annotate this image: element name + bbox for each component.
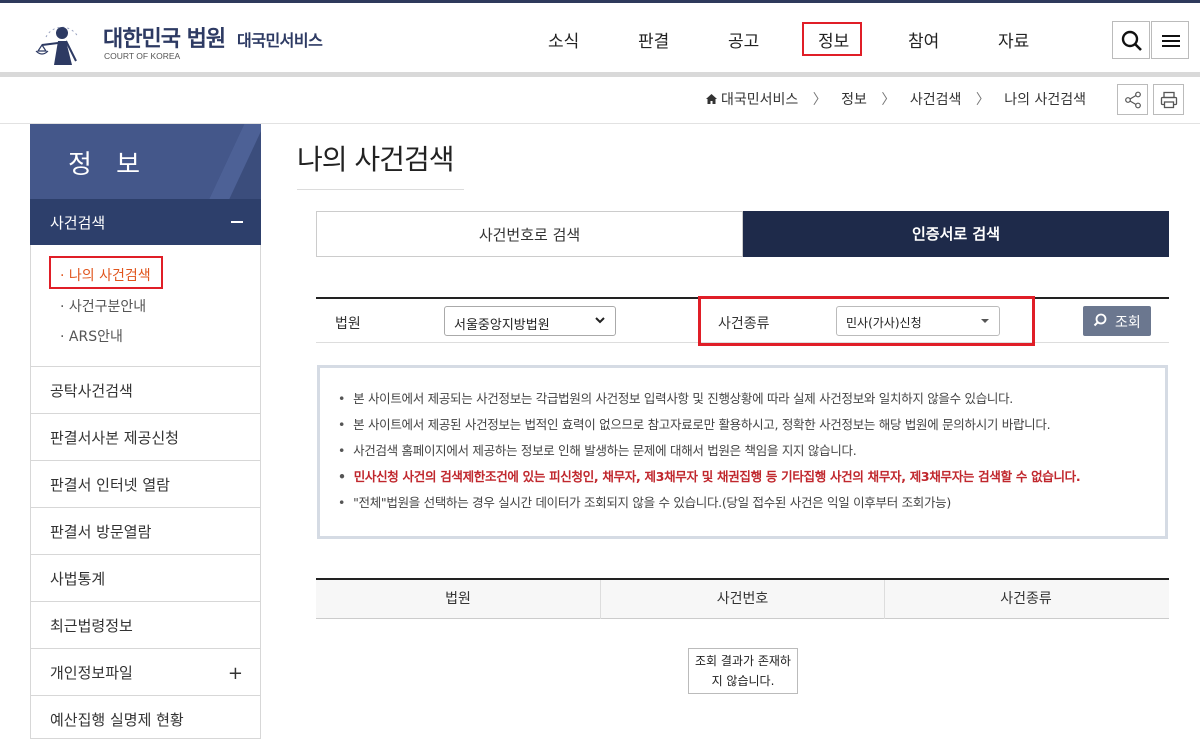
breadcrumb-current: 나의 사건검색 [1004, 92, 1086, 108]
empty-result-line: 조회 결과가 존재하 [695, 654, 791, 668]
notice-item-warning: 민사신청 사건의 검색제한조건에 있는 피신청인, 채무자, 제3채무자 및 채… [338, 464, 1165, 490]
nav-judgment[interactable]: 판결 [638, 27, 669, 52]
service-name[interactable]: 대국민서비스 [237, 27, 323, 51]
submit-search-label: 조회 [1115, 315, 1141, 331]
nav-active-highlight [802, 22, 862, 56]
notice-item: 본 사이트에서 제공된 사건정보는 법적인 효력이 없으므로 참고자료로만 활용… [338, 412, 1165, 438]
sidebar-item-privacy-file[interactable]: 개인정보파일 + [30, 648, 261, 695]
notice-item: 사건검색 홈페이지에서 제공하는 정보로 인해 발생하는 문제에 대해서 법원은… [338, 438, 1165, 464]
search-icon [1121, 30, 1142, 51]
empty-result-line: 지 않습니다. [711, 674, 775, 688]
chevron-down-icon [595, 317, 605, 324]
sidebar-sub-ars-guide[interactable]: · ARS안내 [60, 326, 123, 346]
empty-result-message: 조회 결과가 존재하 지 않습니다. [688, 648, 798, 694]
expand-icon[interactable]: + [228, 663, 243, 684]
print-icon [1160, 91, 1178, 109]
column-header-court: 법원 [445, 591, 471, 607]
submit-search-button[interactable]: 조회 [1083, 306, 1151, 336]
sidebar-item-law-info[interactable]: 최근법령정보 [30, 601, 261, 648]
case-type-select-value: 민사(가사)신청 [846, 316, 922, 330]
tab-search-by-certificate[interactable]: 인증서로 검색 [743, 211, 1169, 257]
chevron-right-icon: 〉 [881, 92, 896, 108]
court-label: 법원 [335, 316, 361, 332]
nav-notice[interactable]: 공고 [728, 27, 759, 52]
court-select[interactable]: 서울중앙지방법원 [444, 306, 616, 336]
sidebar-title: 정 보 [68, 150, 149, 180]
column-header-case-number: 사건번호 [600, 580, 884, 619]
breadcrumb-case-search[interactable]: 사건검색 [910, 89, 962, 109]
nav-resources[interactable]: 자료 [998, 27, 1029, 52]
sidebar-item-deposit-search[interactable]: 공탁사건검색 [30, 366, 261, 413]
case-type-label: 사건종류 [718, 316, 770, 332]
notice-item: 본 사이트에서 제공되는 사건정보는 각급법원의 사건정보 입력사항 및 진행상… [338, 386, 1165, 412]
sidebar-item-judgment-copy[interactable]: 판결서사본 제공신청 [30, 413, 261, 460]
chevron-right-icon: 〉 [975, 92, 990, 108]
title-underline [297, 189, 464, 190]
column-header-case-type: 사건종류 [884, 580, 1167, 619]
sidebar-item-case-search[interactable]: 사건검색 [30, 199, 261, 245]
sidebar-item-label: 사건검색 [50, 214, 106, 232]
caret-down-icon [981, 319, 989, 323]
print-button[interactable] [1153, 84, 1184, 115]
share-icon [1125, 91, 1141, 109]
breadcrumb-info[interactable]: 정보 [841, 89, 867, 109]
sidebar-item-budget[interactable]: 예산집행 실명제 현황 [30, 695, 261, 742]
case-type-select[interactable]: 민사(가사)신청 [836, 306, 1000, 336]
collapse-icon[interactable] [231, 221, 243, 223]
breadcrumb-home[interactable]: 대국민서비스 [721, 89, 798, 109]
tab-search-by-case-number[interactable]: 사건번호로 검색 [316, 211, 743, 257]
chevron-right-icon: 〉 [812, 92, 827, 108]
court-select-value: 서울중앙지방법원 [454, 318, 550, 333]
site-header: 대한민국 법원 COURT OF KOREA 대국민서비스 소식 판결 공고 정… [0, 3, 1200, 73]
sidebar-title-banner: 정 보 [30, 124, 261, 199]
sidebar-item-statistics[interactable]: 사법통계 [30, 554, 261, 601]
sidebar-item-judgment-visit[interactable]: 판결서 방문열람 [30, 507, 261, 554]
sub-item-highlight [49, 256, 163, 289]
notice-box: 본 사이트에서 제공되는 사건정보는 각급법원의 사건정보 입력사항 및 진행상… [317, 365, 1168, 539]
sidebar-sub-case-type-guide[interactable]: · 사건구분안내 [60, 296, 146, 316]
nav-news[interactable]: 소식 [548, 27, 579, 52]
breadcrumb: 대국민서비스 〉 정보 〉 사건검색 〉 나의 사건검색 [705, 89, 1086, 109]
sidebar-item-judgment-online[interactable]: 판결서 인터넷 열람 [30, 460, 261, 507]
share-button[interactable] [1117, 84, 1148, 115]
court-emblem-icon[interactable] [32, 11, 92, 67]
nav-participation[interactable]: 참여 [908, 27, 939, 52]
logo-title[interactable]: 대한민국 법원 [103, 21, 226, 53]
logo-subtitle: COURT OF KOREA [104, 51, 181, 61]
page-title: 나의 사건검색 [297, 143, 454, 176]
result-table-header: 법원 사건번호 사건종류 [316, 578, 1169, 619]
search-icon [1093, 313, 1107, 327]
search-button[interactable] [1112, 21, 1150, 59]
menu-icon [1162, 35, 1180, 47]
breadcrumb-bar: 대국민서비스 〉 정보 〉 사건검색 〉 나의 사건검색 [0, 77, 1200, 124]
sidebar-item-label: 개인정보파일 [50, 664, 133, 682]
menu-button[interactable] [1151, 21, 1189, 59]
home-icon[interactable] [705, 92, 717, 108]
notice-item: "전체"법원을 선택하는 경우 실시간 데이터가 조회되지 않을 수 있습니다.… [338, 490, 1165, 516]
